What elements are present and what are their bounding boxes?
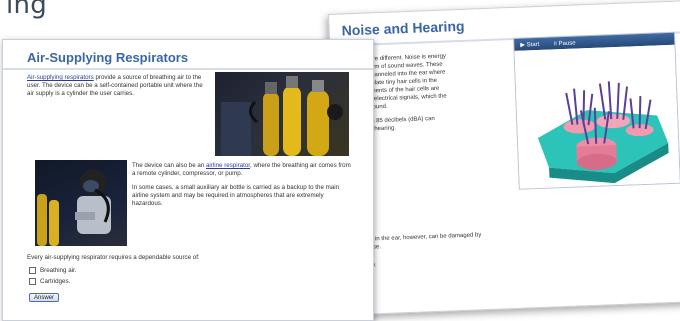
partial-heading: ing <box>6 0 48 20</box>
play-icon: ▶ <box>520 41 526 49</box>
air-supplying-respirators-link[interactable]: Air-supplying respirators <box>27 74 94 81</box>
option-breathing-air[interactable]: Breathing air. <box>29 267 76 275</box>
respirators-title: Air-Supplying Respirators <box>27 50 189 65</box>
answer-button[interactable]: Answer <box>29 293 59 302</box>
noise-hearing-title: Noise and Hearing <box>341 17 465 39</box>
start-button[interactable]: ▶ Start <box>520 40 539 48</box>
noise-hearing-slide: Noise and Hearing d hearing are differen… <box>328 0 680 316</box>
pause-icon: ॥ <box>553 41 558 48</box>
respirators-slide: Air-Supplying Respirators Air-supplying … <box>2 39 374 321</box>
air-cylinders-photo <box>215 72 349 156</box>
auxiliary-paragraph: In some cases, a small auxiliary air bot… <box>132 184 340 207</box>
breathing-air-checkbox[interactable] <box>29 267 36 274</box>
airline-respirator-link[interactable]: airline respirator <box>206 162 250 169</box>
animation-player: ▶ Start ॥ Pause <box>513 31 680 190</box>
title-divider <box>3 68 373 70</box>
pause-button[interactable]: ॥ Pause <box>553 39 576 48</box>
option-cartridges[interactable]: Cartridges. <box>29 278 70 286</box>
noise-paragraph-4: requency. <box>351 256 511 270</box>
worker-with-respirator-photo <box>35 160 127 246</box>
quiz-question: Every air-supplying respirator requires … <box>27 254 200 261</box>
cartridges-checkbox[interactable] <box>29 278 36 285</box>
airline-paragraph: The device can also be an airline respir… <box>132 162 351 177</box>
hair-cell-animation <box>514 44 680 189</box>
hair-cells-illustration <box>537 81 669 184</box>
intro-paragraph: Air-supplying respirators provide a sour… <box>27 74 203 97</box>
